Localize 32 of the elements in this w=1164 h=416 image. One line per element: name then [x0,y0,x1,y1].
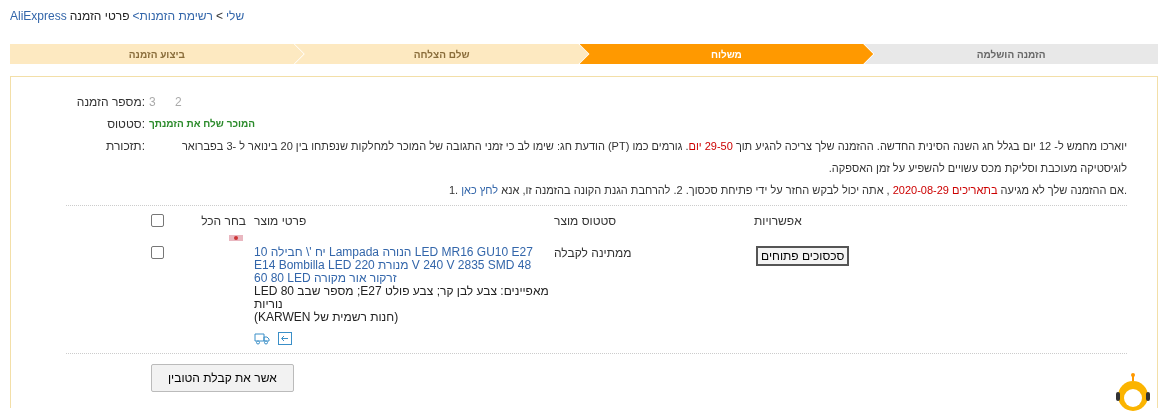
truck-icon[interactable] [254,332,270,345]
store-name: (KARWEN חנות רשמית של) [254,311,400,324]
field-label: תזכורת: [104,139,146,155]
order-number: 3 2 [149,95,190,109]
order-status: המוכר שלח את הזמנתך [149,117,255,131]
breadcrumb-current: פרטי הזמנה [69,9,130,25]
progress-step: ביצוע הזמנה [10,44,304,64]
reminder-text: יוארכו מחמש ל- 12 יום בגלל חג השנה הסינית החדשה. ההזמנה שלך צריכה להגיע תוך 29-50 יום. גורמים כמו (PT) הודעת חג: שימו לב כי זמני התגובה של המוכר למחלקות שנפתחו בין 20 בינואר ל -3 בפברואר [180,139,1127,153]
breadcrumb-separator: > [215,9,223,25]
field-label: מספר הזמנה: [75,95,146,109]
column-header: בחר הכל [201,214,246,228]
field-label: סטטוס: [106,117,146,131]
help-link[interactable]: לחץ כאן [461,184,499,196]
column-header: אפשרויות [754,214,802,228]
column-header: סטטוס מוצר [554,214,617,228]
return-icon[interactable] [278,332,292,345]
product-attributes: LED 80 מספר שבב ;E27 מאפיינים: צבע לבן קר; צבע פולט נוריות [254,285,550,311]
product-title-link[interactable]: 10 יח '\ חבילה Lampada הנורה LED MR16 GU10 E27 E14 Bombilla LED 220 מנורת V 240 V 2835 SMD 48 60 80 LED זרקור אור מקורה [254,246,554,285]
progress-step: הזמנה הושלמה [864,44,1158,64]
progress-step: שלם הצלחה [294,44,589,64]
select-all-checkbox[interactable] [151,214,164,227]
product-status: ממתינה לקבלה [554,246,632,260]
progress-step: משלוח [579,44,874,64]
reminder-text: לוגיסטיקה מעוכבת וסליקת מכס עשויים להשפיע על זמן האספקה. [827,161,1127,175]
breadcrumb-link[interactable]: שלי [226,9,245,44]
row-checkbox[interactable] [151,246,164,259]
confirm-receipt-button[interactable]: אשר את קבלת הטובין [151,364,294,392]
breadcrumb-link[interactable]: רשימת הזמנות> [132,9,213,44]
open-dispute-button[interactable]: סכסוכים פתוחים [756,246,850,266]
column-header: פרטי מוצר [254,214,307,228]
assistant-robot-icon[interactable] [1113,372,1153,412]
breadcrumb-link[interactable]: AliExpress [10,9,67,44]
